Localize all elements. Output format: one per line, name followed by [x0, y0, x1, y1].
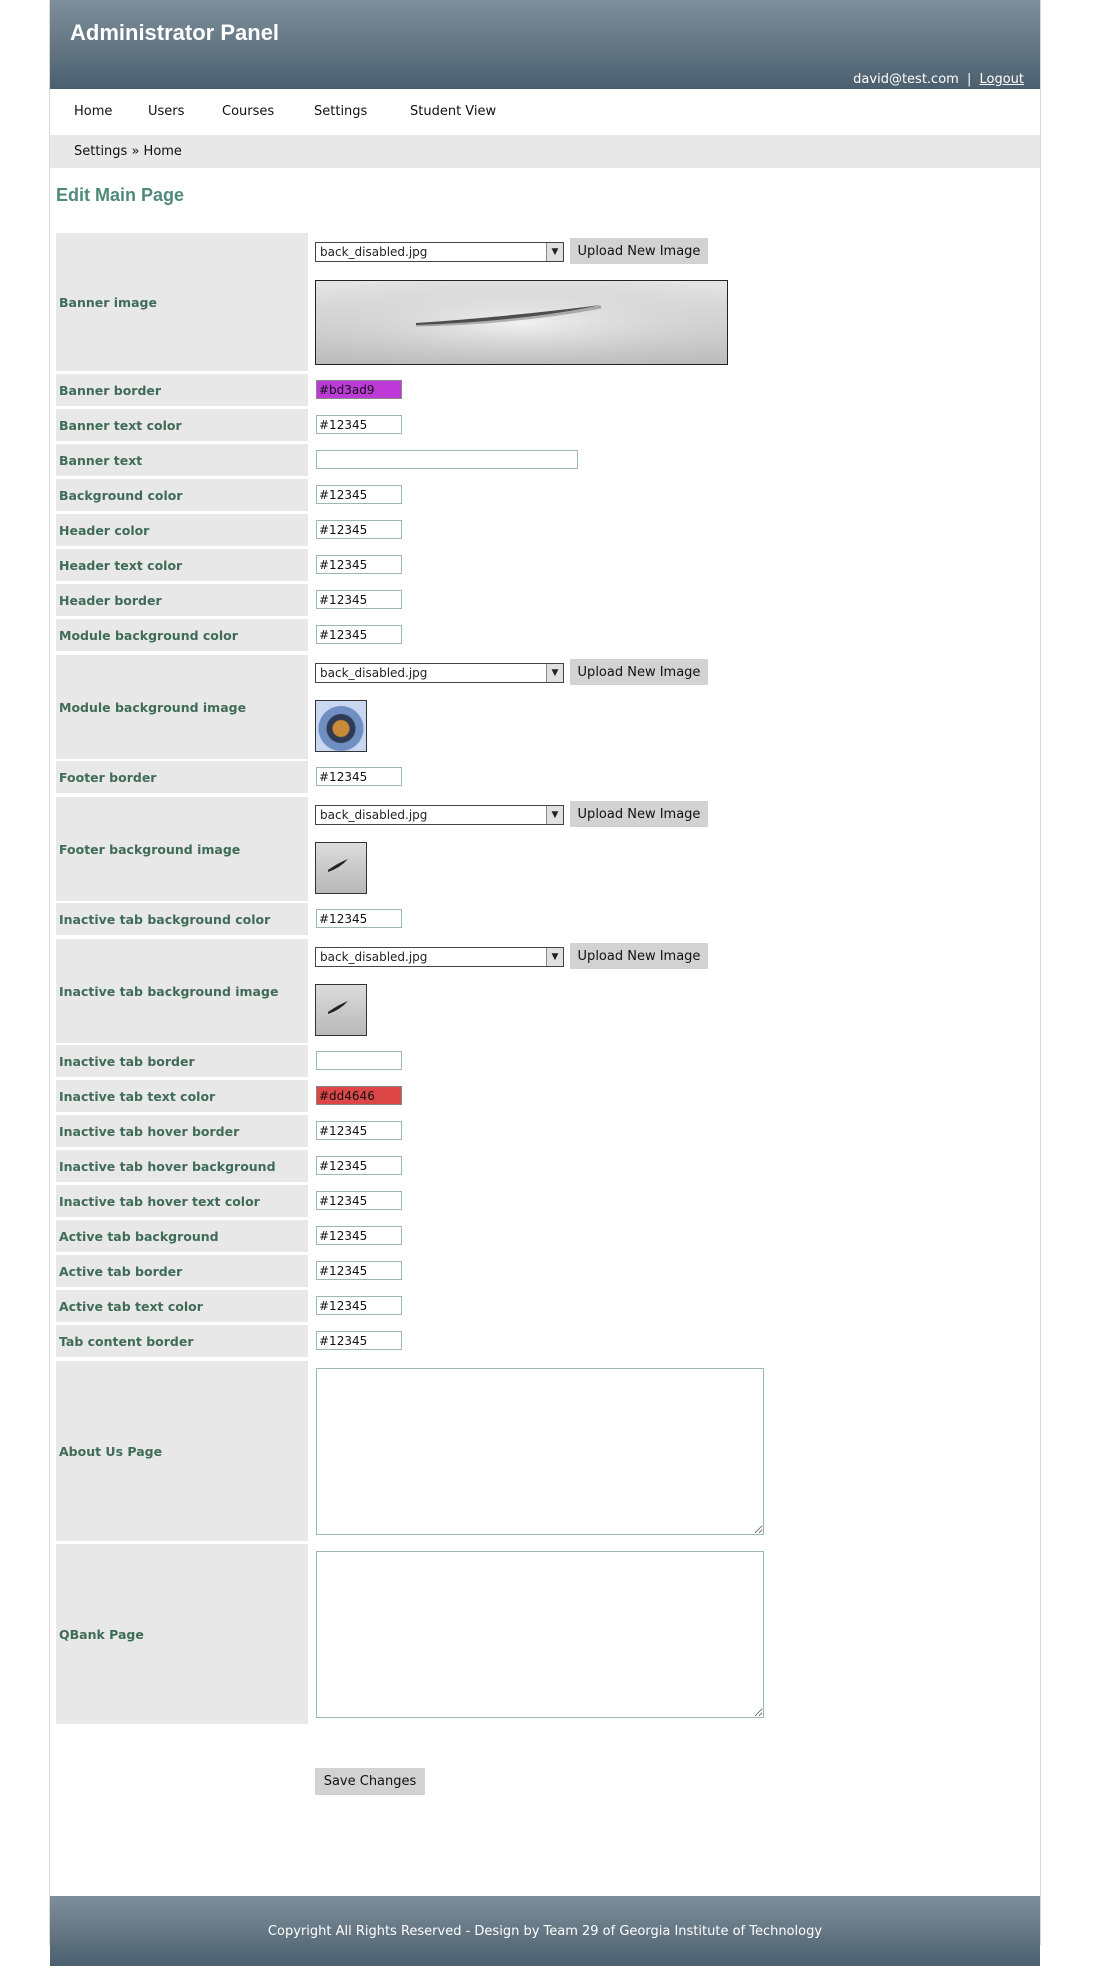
inactive-tab-hover-border-input[interactable]: [316, 1121, 402, 1140]
banner-border-input[interactable]: [316, 380, 402, 399]
footer-background-thumbnail: [315, 842, 367, 894]
banner-text-label: Banner text: [56, 444, 308, 476]
streak-image: [328, 859, 348, 872]
qbank-page-textarea[interactable]: [316, 1551, 764, 1718]
header-border-label: Header border: [56, 584, 308, 616]
banner-streak-image: [316, 281, 727, 364]
user-email: david@test.com: [853, 72, 959, 87]
banner-image-upload-button[interactable]: Upload New Image: [570, 238, 708, 264]
nav-item-home[interactable]: Home: [74, 104, 112, 119]
tab-content-border-label: Tab content border: [56, 1325, 308, 1357]
tab-content-border-input[interactable]: [316, 1331, 402, 1350]
module-background-image-select-value: back_disabled.jpg: [320, 666, 428, 680]
nav-item-users[interactable]: Users: [148, 104, 184, 119]
inactive-tab-border-input[interactable]: [316, 1051, 402, 1070]
header-color-label: Header color: [56, 514, 308, 546]
inactive-tab-background-color-label: Inactive tab background color: [56, 903, 308, 935]
chevron-down-icon: ▼: [546, 806, 564, 824]
banner-text-color-label: Banner text color: [56, 409, 308, 441]
inactive-tab-background-image-upload-button[interactable]: Upload New Image: [570, 943, 708, 969]
banner-text-color-input[interactable]: [316, 415, 402, 434]
active-tab-border-input[interactable]: [316, 1261, 402, 1280]
module-background-color-input[interactable]: [316, 625, 402, 644]
footer-bar: Copyright All Rights Reserved - Design b…: [50, 1896, 1040, 1966]
banner-image-select[interactable]: back_disabled.jpg ▼: [315, 242, 564, 262]
footer-border-label: Footer border: [56, 761, 308, 793]
inactive-tab-hover-border-label: Inactive tab hover border: [56, 1115, 308, 1147]
banner-image-label: Banner image: [56, 233, 308, 371]
header-color-input[interactable]: [316, 520, 402, 539]
footer-copyright: Copyright All Rights Reserved - Design b…: [267, 1924, 823, 1939]
footer-background-image-upload-button[interactable]: Upload New Image: [570, 801, 708, 827]
active-tab-text-color-label: Active tab text color: [56, 1290, 308, 1322]
header-border-input[interactable]: [316, 590, 402, 609]
inactive-tab-hover-text-color-input[interactable]: [316, 1191, 402, 1210]
banner-border-label: Banner border: [56, 374, 308, 406]
about-us-page-textarea[interactable]: [316, 1368, 764, 1535]
breadcrumb-text: Settings » Home: [74, 144, 182, 159]
active-tab-border-label: Active tab border: [56, 1255, 308, 1287]
page-title: Edit Main Page: [56, 185, 185, 205]
inactive-tab-background-image-select-value: back_disabled.jpg: [320, 950, 428, 964]
inactive-tab-hover-background-input[interactable]: [316, 1156, 402, 1175]
chevron-down-icon: ▼: [546, 948, 564, 966]
module-background-image-label: Module background image: [56, 655, 308, 759]
header-bar: Administrator Panel david@test.com | Log…: [50, 0, 1040, 89]
streak-image: [328, 1001, 348, 1014]
inactive-tab-border-label: Inactive tab border: [56, 1045, 308, 1077]
breadcrumb: Settings » Home: [50, 135, 1040, 168]
active-tab-text-color-input[interactable]: [316, 1296, 402, 1315]
module-background-color-label: Module background color: [56, 619, 308, 651]
module-background-thumbnail: [315, 700, 367, 752]
background-color-input[interactable]: [316, 485, 402, 504]
banner-text-input[interactable]: [316, 450, 578, 469]
footer-background-image-select[interactable]: back_disabled.jpg ▼: [315, 805, 564, 825]
header-text-color-label: Header text color: [56, 549, 308, 581]
inactive-tab-text-color-input[interactable]: [316, 1086, 402, 1105]
chevron-down-icon: ▼: [546, 243, 564, 261]
footer-background-image-select-value: back_disabled.jpg: [320, 808, 428, 822]
about-us-page-label: About Us Page: [56, 1361, 308, 1541]
app-title: Administrator Panel: [70, 20, 280, 45]
header-text-color-input[interactable]: [316, 555, 402, 574]
banner-image-select-value: back_disabled.jpg: [320, 245, 428, 259]
banner-image-preview: [315, 280, 728, 365]
background-color-label: Background color: [56, 479, 308, 511]
save-changes-button[interactable]: Save Changes: [315, 1768, 425, 1795]
nav-item-courses[interactable]: Courses: [222, 104, 274, 119]
inactive-tab-background-color-input[interactable]: [316, 909, 402, 928]
chevron-down-icon: ▼: [546, 664, 564, 682]
active-tab-background-input[interactable]: [316, 1226, 402, 1245]
inactive-tab-background-image-select[interactable]: back_disabled.jpg ▼: [315, 947, 564, 967]
inactive-tab-text-color-label: Inactive tab text color: [56, 1080, 308, 1112]
footer-border-input[interactable]: [316, 767, 402, 786]
main-nav: Home Users Courses Settings Student View: [50, 95, 1040, 131]
module-background-image-select[interactable]: back_disabled.jpg ▼: [315, 663, 564, 683]
user-separator: |: [966, 72, 972, 87]
nav-item-student-view[interactable]: Student View: [410, 104, 496, 119]
module-background-image-upload-button[interactable]: Upload New Image: [570, 659, 708, 685]
active-tab-background-label: Active tab background: [56, 1220, 308, 1252]
inactive-tab-hover-text-color-label: Inactive tab hover text color: [56, 1185, 308, 1217]
inactive-tab-hover-background-label: Inactive tab hover background: [56, 1150, 308, 1182]
nav-item-settings[interactable]: Settings: [314, 104, 367, 119]
qbank-page-label: QBank Page: [56, 1544, 308, 1724]
page-container: Administrator Panel david@test.com | Log…: [49, 0, 1041, 1966]
footer-background-image-label: Footer background image: [56, 797, 308, 901]
logout-link[interactable]: Logout: [979, 72, 1024, 87]
user-info: david@test.com | Logout: [853, 72, 1024, 87]
inactive-tab-background-thumbnail: [315, 984, 367, 1036]
inactive-tab-background-image-label: Inactive tab background image: [56, 939, 308, 1043]
